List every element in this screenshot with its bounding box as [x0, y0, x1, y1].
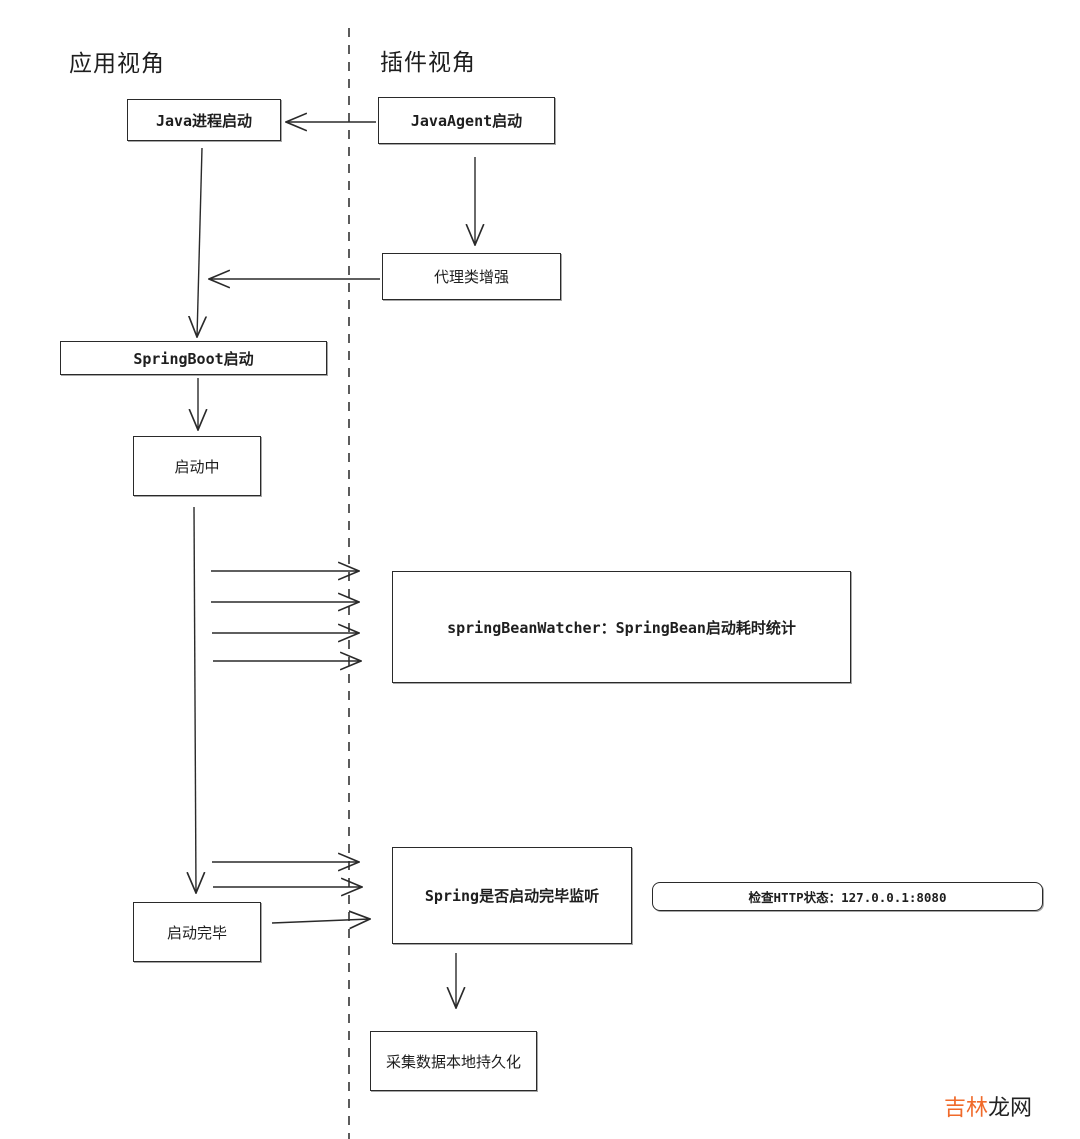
node-springboot-start[interactable]: SpringBoot启动 [60, 341, 327, 375]
node-label: 采集数据本地持久化 [385, 1052, 521, 1071]
node-startup-listener[interactable]: Spring是否启动完毕监听 [392, 847, 632, 944]
node-java-process-start[interactable]: Java进程启动 [127, 99, 281, 141]
node-label: 启动完毕 [166, 923, 227, 942]
node-label: 检查HTTP状态：127.0.0.1:8080 [748, 890, 947, 905]
node-http-check[interactable]: 检查HTTP状态：127.0.0.1:8080 [652, 882, 1043, 911]
watermark-part2: 龙网 [988, 1096, 1033, 1121]
edge-starting-to-done [194, 506, 196, 893]
node-label: SpringBoot启动 [133, 349, 254, 368]
node-label: JavaAgent启动 [410, 112, 523, 130]
edge-done-to-startup-listener [271, 919, 370, 923]
node-label: 代理类增强 [433, 268, 509, 286]
node-label: Spring是否启动完毕监听 [424, 887, 600, 905]
diagram-canvas [0, 28, 1080, 1139]
node-starting[interactable]: 启动中 [133, 436, 261, 496]
lane-title-plugin-view: 插件视角 [380, 50, 476, 76]
watermark-part1: 吉林 [944, 1096, 989, 1121]
node-label: 启动中 [174, 457, 220, 476]
node-persist-data[interactable]: 采集数据本地持久化 [370, 1031, 537, 1091]
node-label: springBeanWatcher：SpringBean启动耗时统计 [447, 618, 796, 637]
watermark: 吉林龙网 [944, 1090, 1032, 1122]
node-label: Java进程启动 [155, 111, 253, 130]
node-bean-watcher[interactable]: springBeanWatcher：SpringBean启动耗时统计 [392, 571, 851, 683]
node-startup-done[interactable]: 启动完毕 [133, 902, 261, 962]
node-proxy-enhance[interactable]: 代理类增强 [382, 253, 561, 300]
node-javaagent-start[interactable]: JavaAgent启动 [378, 97, 555, 144]
edge-java-process-to-springboot [197, 147, 202, 337]
lane-title-app-view: 应用视角 [69, 51, 165, 77]
